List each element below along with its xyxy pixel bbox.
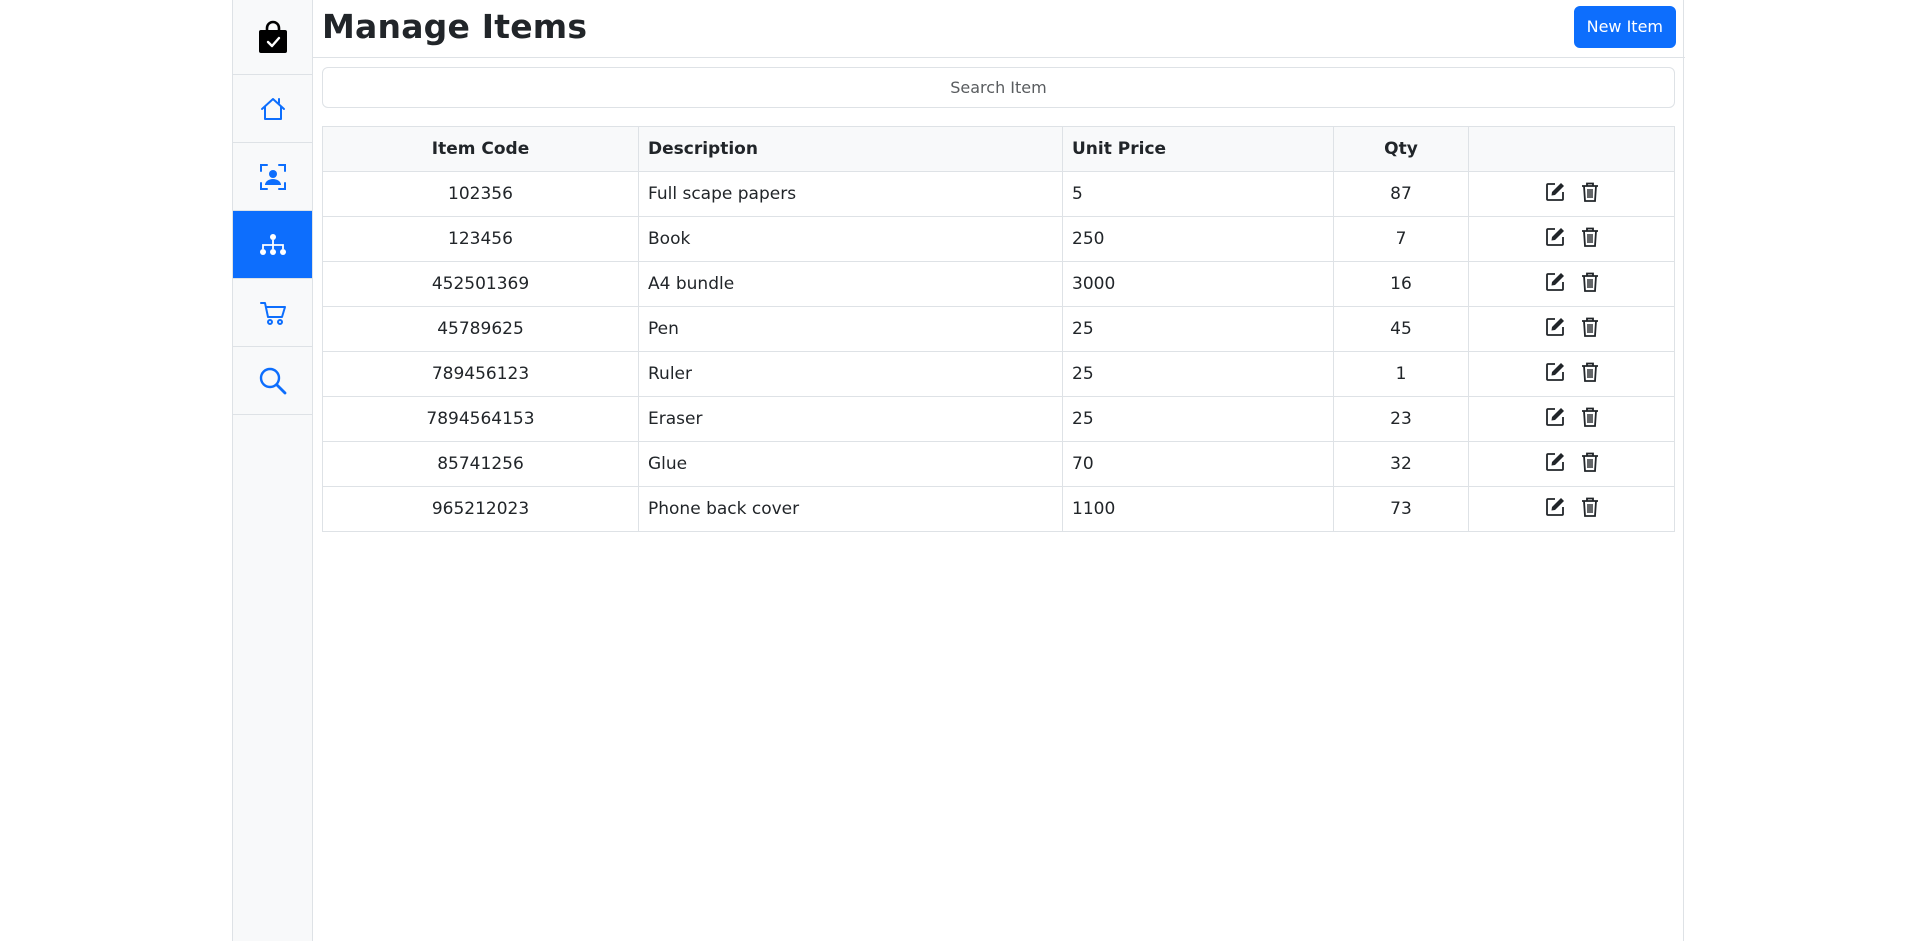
table-row: 102356 Full scape papers 5 87: [322, 171, 1675, 217]
cell-actions: [1468, 216, 1675, 262]
cell-description: Phone back cover: [638, 486, 1063, 532]
cell-actions: [1468, 351, 1675, 397]
column-header-unit-price: Unit Price: [1062, 126, 1334, 172]
cell-item-code: 85741256: [322, 441, 639, 487]
edit-icon[interactable]: [1544, 406, 1566, 428]
cell-description: Book: [638, 216, 1063, 262]
cell-item-code: 7894564153: [322, 396, 639, 442]
cell-item-code: 45789625: [322, 306, 639, 352]
column-header-qty: Qty: [1333, 126, 1469, 172]
column-header-description: Description: [638, 126, 1063, 172]
main-content: Manage Items New Item Item Code Descript…: [313, 0, 1685, 941]
search-icon: [258, 366, 288, 396]
cell-unit-price: 250: [1062, 216, 1334, 262]
cell-item-code: 123456: [322, 216, 639, 262]
trash-icon[interactable]: [1580, 451, 1600, 473]
cell-unit-price: 5: [1062, 171, 1334, 217]
cell-description: A4 bundle: [638, 261, 1063, 307]
trash-icon[interactable]: [1580, 496, 1600, 518]
cell-description: Pen: [638, 306, 1063, 352]
table-row: 85741256 Glue 70 32: [322, 441, 1675, 487]
house-icon: [259, 95, 287, 123]
cell-unit-price: 70: [1062, 441, 1334, 487]
table-row: 45789625 Pen 25 45: [322, 306, 1675, 352]
diagram-icon: [258, 232, 288, 258]
table-header-row: Item Code Description Unit Price Qty: [322, 126, 1675, 172]
cell-item-code: 102356: [322, 171, 639, 217]
cart-icon: [259, 299, 287, 327]
cell-qty: 87: [1333, 171, 1469, 217]
edit-icon[interactable]: [1544, 271, 1566, 293]
cell-unit-price: 25: [1062, 396, 1334, 442]
cell-description: Ruler: [638, 351, 1063, 397]
cell-unit-price: 25: [1062, 306, 1334, 352]
cell-description: Glue: [638, 441, 1063, 487]
page-header: Manage Items New Item: [313, 0, 1685, 58]
cell-unit-price: 25: [1062, 351, 1334, 397]
trash-icon[interactable]: [1580, 406, 1600, 428]
person-badge-icon: [258, 162, 288, 192]
edit-icon[interactable]: [1544, 226, 1566, 248]
cell-actions: [1468, 171, 1675, 217]
column-header-item-code: Item Code: [322, 126, 639, 172]
cell-description: Eraser: [638, 396, 1063, 442]
trash-icon[interactable]: [1580, 316, 1600, 338]
cell-actions: [1468, 486, 1675, 532]
trash-icon[interactable]: [1580, 226, 1600, 248]
sidebar: [233, 0, 313, 941]
table-row: 789456123 Ruler 25 1: [322, 351, 1675, 397]
cell-item-code: 965212023: [322, 486, 639, 532]
edit-icon[interactable]: [1544, 361, 1566, 383]
column-header-actions: [1468, 126, 1675, 172]
sidebar-item-home[interactable]: [233, 75, 312, 143]
trash-icon[interactable]: [1580, 361, 1600, 383]
cell-qty: 45: [1333, 306, 1469, 352]
sidebar-item-customers[interactable]: [233, 143, 312, 211]
sidebar-logo: [233, 0, 312, 75]
shopping-bag-check-icon: [257, 20, 289, 54]
cell-qty: 23: [1333, 396, 1469, 442]
edit-icon[interactable]: [1544, 451, 1566, 473]
edit-icon[interactable]: [1544, 181, 1566, 203]
items-table: Item Code Description Unit Price Qty 102…: [322, 126, 1675, 532]
table-row: 452501369 A4 bundle 3000 16: [322, 261, 1675, 307]
cell-unit-price: 1100: [1062, 486, 1334, 532]
cell-qty: 16: [1333, 261, 1469, 307]
cell-actions: [1468, 441, 1675, 487]
table-row: 965212023 Phone back cover 1100 73: [322, 486, 1675, 532]
table-row: 123456 Book 250 7: [322, 216, 1675, 262]
cell-unit-price: 3000: [1062, 261, 1334, 307]
table-row: 7894564153 Eraser 25 23: [322, 396, 1675, 442]
app-window: Manage Items New Item Item Code Descript…: [232, 0, 1685, 941]
sidebar-item-orders[interactable]: [233, 279, 312, 347]
trash-icon[interactable]: [1580, 271, 1600, 293]
cell-actions: [1468, 396, 1675, 442]
search-input[interactable]: [322, 67, 1675, 108]
cell-qty: 32: [1333, 441, 1469, 487]
cell-qty: 7: [1333, 216, 1469, 262]
sidebar-item-items[interactable]: [233, 211, 312, 279]
cell-actions: [1468, 261, 1675, 307]
cell-description: Full scape papers: [638, 171, 1063, 217]
edit-icon[interactable]: [1544, 496, 1566, 518]
edit-icon[interactable]: [1544, 316, 1566, 338]
cell-qty: 1: [1333, 351, 1469, 397]
cell-item-code: 452501369: [322, 261, 639, 307]
cell-item-code: 789456123: [322, 351, 639, 397]
new-item-button[interactable]: New Item: [1573, 6, 1676, 48]
cell-qty: 73: [1333, 486, 1469, 532]
trash-icon[interactable]: [1580, 181, 1600, 203]
table-body: 102356 Full scape papers 5 87 123456 Book 250 7…: [322, 171, 1675, 532]
cell-actions: [1468, 306, 1675, 352]
sidebar-item-search[interactable]: [233, 347, 312, 415]
page-title: Manage Items: [322, 7, 588, 46]
